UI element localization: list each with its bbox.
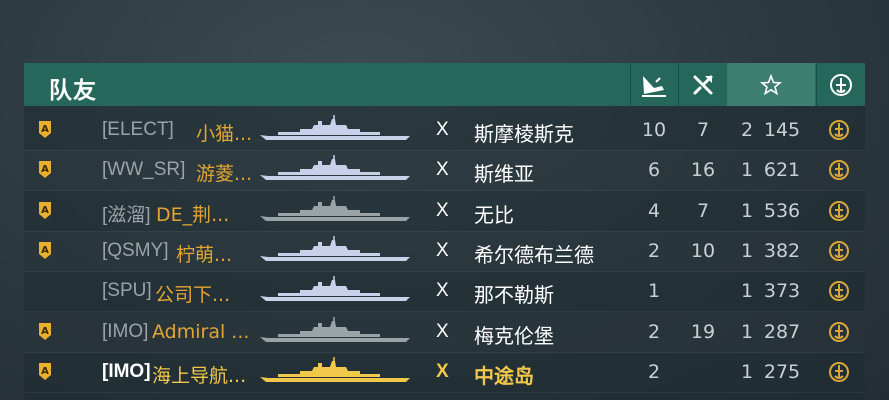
svg-text:A: A	[41, 164, 49, 175]
player-name[interactable]: 游菱...	[196, 159, 252, 186]
division-badge-icon: A	[38, 362, 52, 381]
ship-name: 斯维亚	[474, 162, 534, 187]
rank-value: 2	[740, 119, 754, 141]
damage-value: 10	[690, 239, 716, 262]
player-name[interactable]: 公司下...	[155, 280, 230, 307]
ship-silhouette-icon	[260, 155, 412, 183]
division-badge-icon: A	[38, 201, 52, 220]
rank-value: 1	[740, 159, 754, 182]
experience-value: 382	[763, 239, 801, 262]
kills-value: 4	[647, 199, 661, 222]
clan-tag: [SPU]	[102, 280, 152, 302]
ship-silhouette-icon	[260, 356, 412, 385]
damage-value: 7	[696, 199, 710, 222]
service-emblem-icon	[827, 360, 851, 384]
ship-silhouette-icon	[260, 195, 412, 224]
ship-name: 希尔德布兰德	[474, 242, 594, 267]
experience-value: 536	[763, 199, 801, 222]
clan-tag: [QSMY]	[102, 239, 169, 261]
clan-tag: [滋溜]	[102, 204, 151, 226]
destroyed-mark: X	[436, 159, 449, 181]
damage-value: 16	[690, 159, 716, 182]
experience-value: 275	[763, 360, 801, 383]
damage-value: 19	[690, 320, 716, 343]
player-name[interactable]: 海上导航...	[152, 361, 246, 388]
service-emblem-icon	[827, 320, 851, 344]
ship-name: 无比	[474, 202, 514, 227]
player-name[interactable]: 小猫...	[196, 119, 252, 146]
division-badge-icon: A	[38, 160, 52, 179]
ship-silhouette-icon	[260, 115, 412, 143]
service-emblem-icon	[827, 279, 851, 303]
destroyed-mark: X	[436, 320, 449, 342]
svg-text:A: A	[41, 205, 49, 216]
rank-value: 1	[740, 280, 754, 303]
player-row[interactable]: A [WW_SR] 游菱... X 斯维亚 6 16 1 621	[24, 150, 865, 192]
experience-value: 373	[763, 280, 801, 303]
svg-text:A: A	[41, 326, 49, 337]
damage-icon[interactable]	[679, 63, 726, 106]
damage-value: 7	[696, 119, 710, 141]
kills-icon[interactable]	[630, 63, 678, 106]
player-row[interactable]: [SPU] 公司下... X 那不勒斯 1 1 373	[24, 271, 865, 313]
svg-text:A: A	[41, 366, 49, 377]
rank-value: 1	[740, 239, 754, 262]
player-row[interactable]: A [IMO] 海上导航... X 中途岛 2 1 275	[24, 352, 865, 393]
kills-value: 2	[647, 320, 661, 343]
ship-name: 中途岛	[474, 363, 534, 388]
kills-value: 1	[647, 280, 661, 303]
experience-value: 145	[763, 119, 801, 141]
rank-emblem-icon[interactable]	[817, 63, 865, 106]
ship-name: 那不勒斯	[474, 283, 554, 308]
destroyed-mark: X	[436, 119, 449, 140]
ship-silhouette-icon	[260, 276, 412, 304]
service-emblem-icon	[827, 199, 851, 223]
svg-text:A: A	[41, 124, 49, 135]
teammates-panel: 队友 A [ELECT] 小猫... X 斯摩棱斯克 10 7 2 145 A …	[24, 63, 865, 400]
svg-text:A: A	[41, 245, 49, 256]
player-name[interactable]: 柠萌...	[176, 240, 232, 267]
destroyed-mark: X	[436, 239, 449, 261]
experience-value: 287	[763, 320, 801, 343]
clan-tag: [ELECT]	[102, 119, 174, 140]
division-badge-icon: A	[38, 322, 52, 341]
panel-title: 队友	[49, 78, 97, 104]
destroyed-mark: X	[436, 360, 449, 382]
experience-value: 621	[763, 159, 801, 182]
kills-value: 6	[647, 159, 661, 182]
rank-value: 1	[740, 199, 754, 222]
ship-silhouette-icon	[260, 235, 412, 264]
rank-value: 1	[740, 360, 754, 383]
clan-tag: [IMO]	[102, 320, 149, 342]
service-emblem-icon	[827, 239, 851, 263]
rank-value: 1	[740, 320, 754, 343]
kills-value: 2	[647, 360, 661, 383]
panel-header: 队友	[24, 63, 865, 106]
kills-value: 10	[641, 119, 667, 141]
ship-silhouette-icon	[260, 316, 412, 345]
destroyed-mark: X	[436, 199, 449, 221]
player-name[interactable]: Admiral ...	[152, 321, 249, 343]
destroyed-mark: X	[436, 280, 449, 302]
clan-tag: [IMO]	[102, 360, 151, 382]
experience-star-icon[interactable]	[727, 63, 815, 106]
service-emblem-icon	[827, 158, 851, 182]
clan-tag: [WW_SR]	[102, 159, 186, 181]
service-emblem-icon	[827, 118, 851, 142]
player-row[interactable]: A [QSMY] 柠萌... X 希尔德布兰德 2 10 1 382	[24, 231, 865, 272]
player-row[interactable]: A [滋溜] DE_荆... X 无比 4 7 1 536	[24, 191, 865, 232]
player-row[interactable]: A [ELECT] 小猫... X 斯摩棱斯克 10 7 2 145	[24, 110, 865, 151]
player-row[interactable]: A [IMO] Admiral ... X 梅克伦堡 2 19 1 287	[24, 312, 865, 353]
division-badge-icon: A	[38, 120, 52, 139]
division-badge-icon: A	[38, 241, 52, 260]
player-name[interactable]: DE_荆...	[156, 200, 229, 227]
ship-name: 斯摩棱斯克	[474, 122, 574, 146]
kills-value: 2	[647, 239, 661, 262]
ship-name: 梅克伦堡	[474, 323, 554, 348]
